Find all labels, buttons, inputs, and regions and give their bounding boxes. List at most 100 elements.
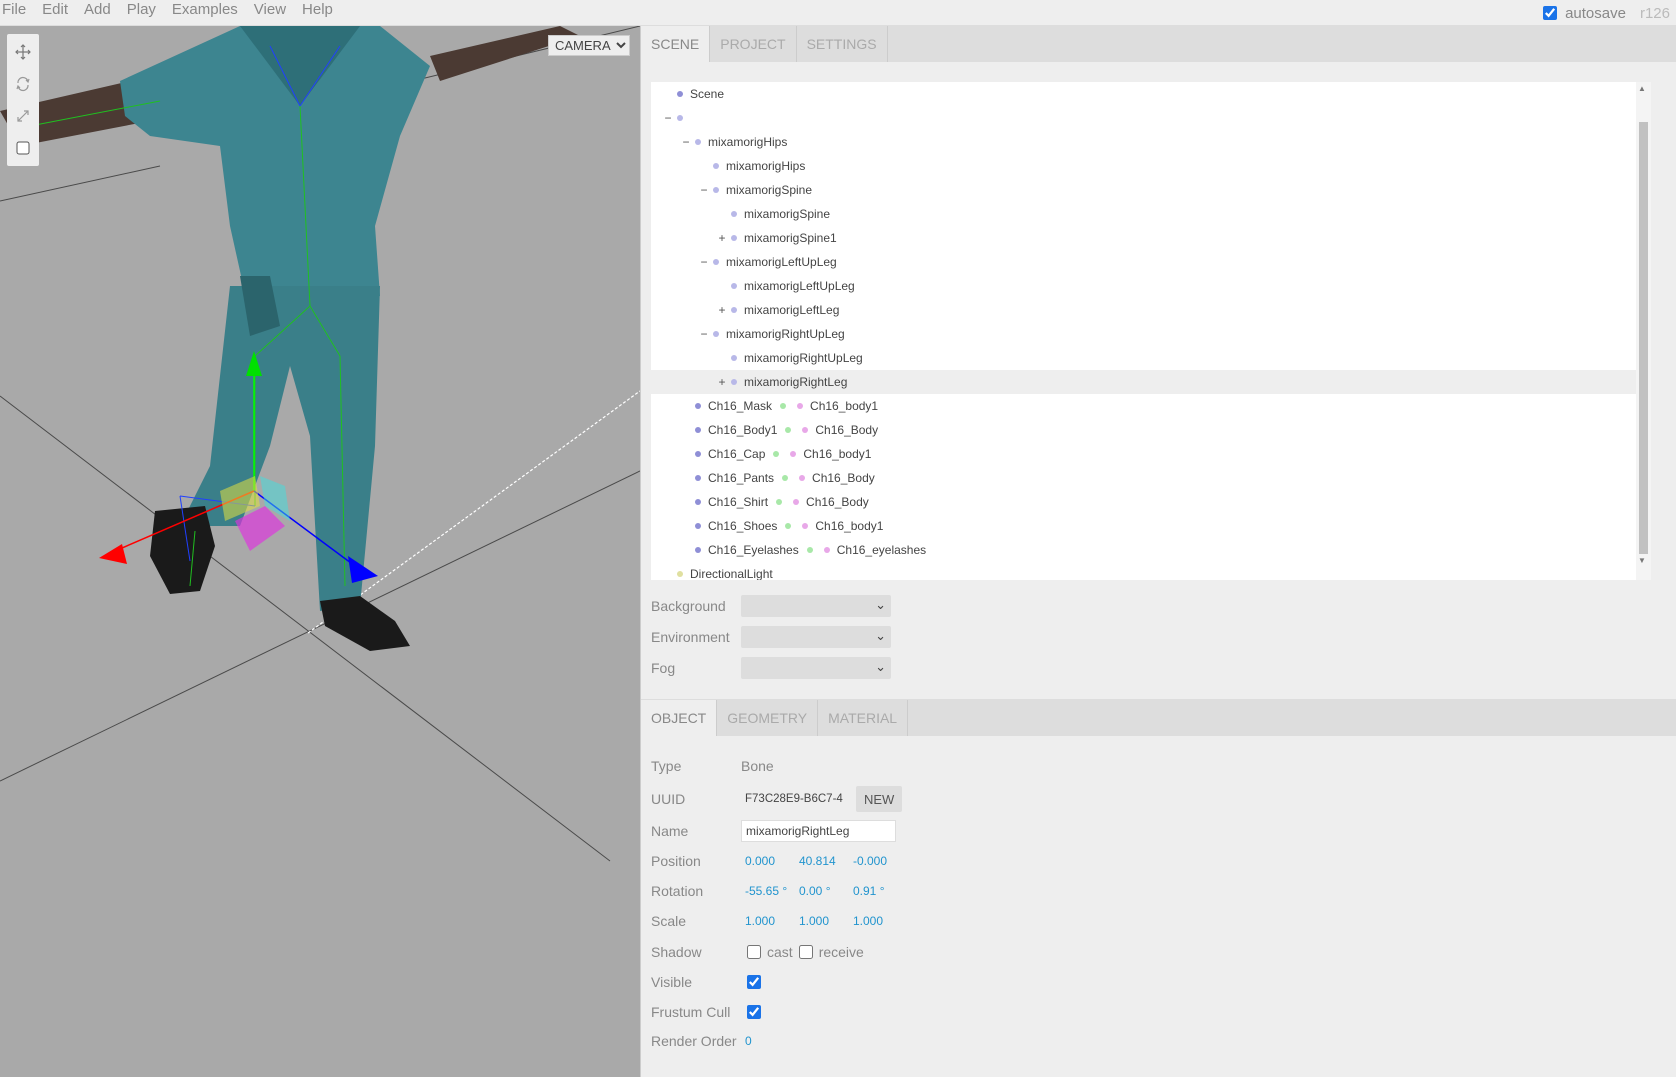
rotate-icon[interactable] <box>7 68 39 100</box>
tab-material[interactable]: MATERIAL <box>818 700 909 736</box>
object-type-icon <box>695 498 701 505</box>
environment-select[interactable]: ⌄ <box>741 626 891 648</box>
collapse-icon[interactable]: − <box>697 250 711 274</box>
viewport[interactable]: CAMERA <box>0 26 640 1077</box>
tab-object[interactable]: OBJECT <box>641 700 718 736</box>
outliner-item[interactable]: Ch16_Pants Ch16_Body <box>651 466 1636 490</box>
scroll-down-icon[interactable]: ▼ <box>1638 556 1646 565</box>
position-z[interactable]: -0.000 <box>849 854 903 868</box>
tab-scene[interactable]: SCENE <box>641 26 711 62</box>
outliner-item-label: DirectionalLight <box>690 567 773 580</box>
material-label: Ch16_body1 <box>810 399 879 413</box>
outliner-item[interactable]: Ch16_Shoes Ch16_body1 <box>651 514 1636 538</box>
rotation-z[interactable]: 0.91 ° <box>849 884 903 898</box>
expand-icon[interactable]: + <box>715 298 729 322</box>
position-x[interactable]: 0.000 <box>741 854 795 868</box>
outliner-item[interactable]: − mixamorigRightUpLeg <box>651 322 1636 346</box>
frustum-row: Frustum Cull <box>651 999 767 1025</box>
outliner-item-label: mixamorigLeftUpLeg <box>744 279 855 293</box>
fog-select[interactable]: ⌄ <box>741 657 891 679</box>
tab-project[interactable]: PROJECT <box>710 26 797 62</box>
outliner-item[interactable]: − mixamorigSpine <box>651 178 1636 202</box>
rotation-label: Rotation <box>651 883 704 899</box>
menu-add[interactable]: Add <box>76 0 119 26</box>
outliner-item[interactable]: mixamorigHips <box>651 154 1636 178</box>
menu-examples[interactable]: Examples <box>164 0 246 26</box>
menu-file[interactable]: File <box>0 0 34 26</box>
object-type-icon <box>731 354 737 361</box>
scale-z[interactable]: 1.000 <box>849 914 903 928</box>
outliner-item[interactable]: − mixamorigLeftUpLeg <box>651 250 1636 274</box>
translate-icon[interactable] <box>7 36 39 68</box>
object-type-icon <box>695 450 701 457</box>
visible-checkbox[interactable] <box>747 975 761 989</box>
outliner-item-label: Ch16_Shoes <box>708 519 778 533</box>
outliner-item[interactable]: + mixamorigRightLeg <box>651 370 1636 394</box>
scrollbar-thumb[interactable] <box>1639 122 1648 554</box>
outliner-item[interactable]: Ch16_Body1 Ch16_Body <box>651 418 1636 442</box>
collapse-icon[interactable]: − <box>697 178 711 202</box>
right-shoe <box>320 596 410 651</box>
local-space-icon[interactable] <box>7 132 39 164</box>
scale-y[interactable]: 1.000 <box>795 914 849 928</box>
scale-x[interactable]: 1.000 <box>741 914 795 928</box>
type-label: Type <box>651 758 682 774</box>
outliner-item[interactable]: − mixamorigHips <box>651 130 1636 154</box>
tab-geometry[interactable]: GEOMETRY <box>717 700 819 736</box>
expand-icon[interactable]: + <box>715 226 729 250</box>
outliner-item[interactable]: mixamorigSpine <box>651 202 1636 226</box>
name-field[interactable] <box>741 820 896 842</box>
expand-icon[interactable]: + <box>715 370 729 394</box>
outliner-item[interactable]: Ch16_Eyelashes Ch16_eyelashes <box>651 538 1636 562</box>
geometry-icon <box>780 402 787 409</box>
outliner-item[interactable]: mixamorigLeftUpLeg <box>651 274 1636 298</box>
outliner-item[interactable]: DirectionalLight <box>651 562 1636 580</box>
scene-render[interactable] <box>0 26 640 1077</box>
object-type-icon <box>695 474 701 481</box>
scene-outliner[interactable]: Scene − − mixamorigHips mixamorigHips − mixamo… <box>651 82 1651 580</box>
position-y[interactable]: 40.814 <box>795 854 849 868</box>
object-type-icon <box>677 90 683 97</box>
uuid-label: UUID <box>651 791 686 807</box>
render-order-value[interactable]: 0 <box>741 1034 795 1048</box>
collapse-icon[interactable]: − <box>679 130 693 154</box>
camera-select[interactable]: CAMERA <box>548 35 630 56</box>
outliner-item[interactable]: + mixamorigLeftLeg <box>651 298 1636 322</box>
menu-view[interactable]: View <box>246 0 294 26</box>
rotation-y[interactable]: 0.00 ° <box>795 884 849 898</box>
background-select[interactable]: ⌄ <box>741 595 891 617</box>
menu-play[interactable]: Play <box>119 0 164 26</box>
frustum-cull-checkbox[interactable] <box>747 1005 761 1019</box>
outliner-item[interactable]: mixamorigRightUpLeg <box>651 346 1636 370</box>
autosave-checkbox[interactable] <box>1543 6 1558 20</box>
outliner-item[interactable]: Ch16_Mask Ch16_body1 <box>651 394 1636 418</box>
outliner-item[interactable]: − <box>651 106 1636 130</box>
scale-icon[interactable] <box>7 100 39 132</box>
collapse-icon[interactable]: − <box>661 106 675 130</box>
object-type-icon <box>731 306 737 313</box>
rotation-x[interactable]: -55.65 ° <box>741 884 795 898</box>
mesh-resources: Ch16_Body <box>781 423 878 437</box>
new-uuid-button[interactable]: NEW <box>856 786 903 812</box>
uuid-field[interactable] <box>741 787 851 811</box>
outliner-item[interactable]: Scene <box>651 82 1636 106</box>
scroll-up-icon[interactable]: ▲ <box>1638 84 1646 93</box>
menu-help[interactable]: Help <box>294 0 341 26</box>
tab-settings[interactable]: SETTINGS <box>797 26 888 62</box>
outliner-item[interactable]: Ch16_Cap Ch16_body1 <box>651 442 1636 466</box>
menu-edit[interactable]: Edit <box>34 0 76 26</box>
cast-shadow-checkbox[interactable] <box>747 945 761 959</box>
material-label: Ch16_eyelashes <box>836 543 927 557</box>
frustum-cull-label: Frustum Cull <box>651 1004 731 1020</box>
collapse-icon[interactable]: − <box>697 322 711 346</box>
outliner-item-label: mixamorigRightUpLeg <box>744 351 863 365</box>
receive-shadow-checkbox[interactable] <box>798 945 813 959</box>
geometry-icon <box>782 474 789 481</box>
name-row: Name <box>651 818 896 844</box>
outliner-scrollbar[interactable]: ▲ ▼ <box>1636 82 1651 580</box>
outliner-item[interactable]: + mixamorigSpine1 <box>651 226 1636 250</box>
material-icon <box>823 546 830 553</box>
environment-row: Environment ⌄ <box>651 624 891 650</box>
sidebar: SCENE PROJECT SETTINGS Scene − − mixamorigH… <box>640 26 1676 1077</box>
outliner-item[interactable]: Ch16_Shirt Ch16_Body <box>651 490 1636 514</box>
